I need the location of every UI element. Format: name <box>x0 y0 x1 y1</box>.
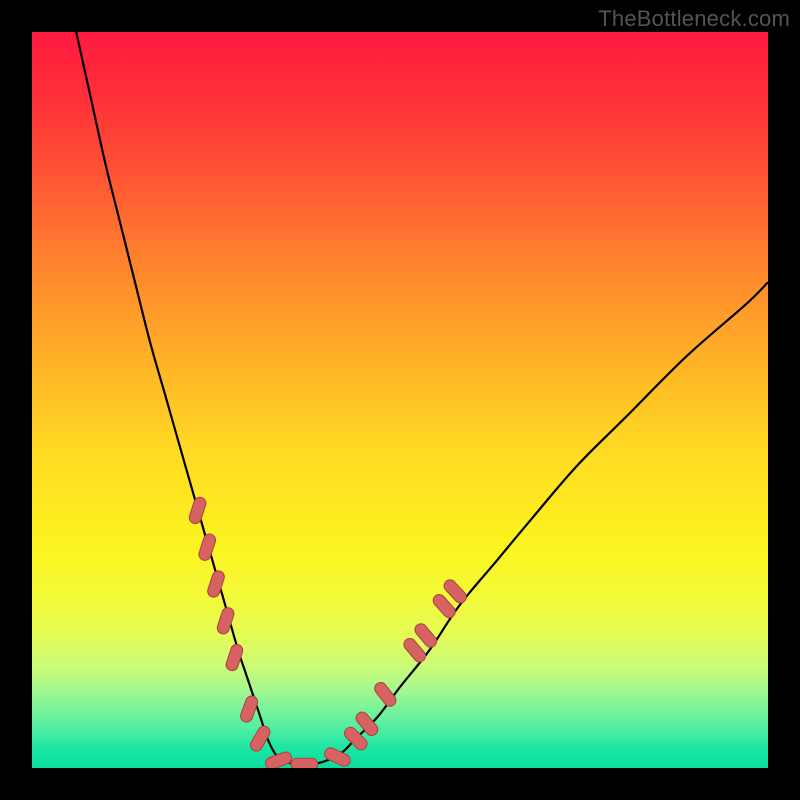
chart-frame: TheBottleneck.com <box>0 0 800 800</box>
curve-marker <box>264 750 293 768</box>
curve-marker <box>239 694 260 723</box>
curve-marker <box>197 533 217 562</box>
curve-marker <box>188 496 208 525</box>
curve-markers <box>188 496 469 768</box>
watermark-text: TheBottleneck.com <box>598 6 790 32</box>
curve-marker <box>291 758 318 768</box>
curve-layer <box>32 32 768 768</box>
curve-marker <box>323 746 353 768</box>
plot-area <box>32 32 768 768</box>
